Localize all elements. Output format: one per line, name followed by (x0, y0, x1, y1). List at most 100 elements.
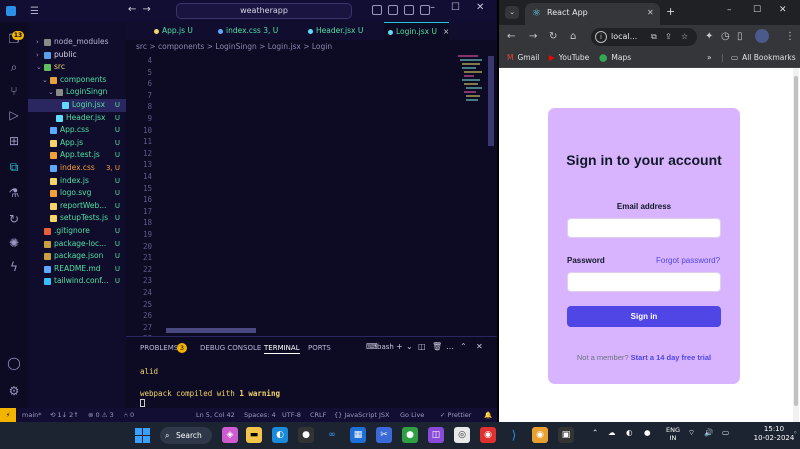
chevron-icon[interactable]: › (36, 36, 39, 49)
chevron-icon[interactable]: ⌄ (48, 86, 54, 99)
explorer-item[interactable]: reportWeb... U (28, 200, 126, 213)
customize-layout-icon[interactable] (420, 5, 430, 15)
extensions-icon[interactable]: ✦ (705, 31, 713, 42)
testing-icon[interactable]: ⚗ (7, 186, 21, 200)
explorer-item[interactable]: App.test.js U (28, 149, 126, 162)
address-bar[interactable]: i local... ⧉ ⇪ ☆ (591, 28, 697, 46)
side-panel-icon[interactable]: ▯ (737, 31, 743, 42)
forgot-password-link[interactable]: Forgot password? (656, 256, 720, 265)
scrollbar-thumb[interactable] (794, 76, 798, 406)
editor-vertical-scrollbar[interactable] (488, 56, 494, 146)
close-icon[interactable]: ✕ (779, 5, 787, 15)
chevron-down-icon[interactable]: ⌄ (406, 342, 413, 351)
split-terminal-icon[interactable]: ◫ (418, 342, 426, 351)
explorer-item[interactable]: package.json U (28, 250, 126, 263)
all-bookmarks-button[interactable]: ▭ All Bookmarks (731, 53, 796, 62)
battery-icon[interactable]: ▭ (722, 428, 729, 437)
browser-tab[interactable]: ⚛ React App ✕ (525, 3, 660, 25)
wifi-icon[interactable]: ⌔ (688, 428, 695, 438)
remote-explorer-icon[interactable]: ⧉ (7, 160, 21, 174)
explorer-item[interactable]: .gitignore U (28, 225, 126, 238)
editor-tab[interactable]: App.js U (150, 22, 193, 40)
explorer-item[interactable]: App.js U (28, 137, 126, 150)
open-in-new-icon[interactable]: ⧉ (651, 32, 657, 42)
nav-arrows[interactable]: ←→ (128, 4, 157, 15)
github-icon[interactable]: ● (298, 427, 314, 443)
avatar[interactable] (755, 29, 769, 43)
openai-icon[interactable]: ✺ (7, 236, 21, 250)
infinity-icon[interactable]: ∞ (324, 427, 340, 443)
end-of-line[interactable]: CRLF (310, 411, 326, 419)
bookmark-maps[interactable]: ⬤ Maps (599, 53, 631, 62)
cloud-icon[interactable]: ☁ (608, 428, 616, 437)
search-icon[interactable]: ⌕ (7, 60, 21, 74)
maximize-panel-icon[interactable]: ⌃ (460, 342, 467, 351)
explorer-item[interactable]: ⌄ components (28, 74, 126, 87)
maximize-icon[interactable]: ☐ (451, 2, 460, 13)
layout-controls[interactable] (372, 5, 430, 15)
notifications-icon[interactable]: 🔔 (484, 411, 492, 419)
snipping-icon[interactable]: ✂ (376, 427, 392, 443)
explorer-item[interactable]: › node_modules (28, 36, 126, 49)
chrome-taskbar-icon[interactable]: ◉ (532, 427, 548, 443)
back-icon[interactable]: ← (507, 31, 515, 42)
chevron-icon[interactable]: ⌄ (42, 74, 48, 87)
remote-indicator-icon[interactable]: ⚡ (0, 408, 16, 422)
explorer-item[interactable]: README.md U (28, 263, 126, 276)
breadcrumb[interactable]: src > components > LoginSingn > Login.js… (136, 42, 332, 51)
editor-tab[interactable]: Header.jsx U (304, 22, 363, 40)
settings-gear-icon[interactable]: ⚙ (7, 384, 21, 398)
free-trial-link[interactable]: Start a 14 day free trial (631, 353, 711, 362)
chevron-icon[interactable]: › (36, 49, 39, 62)
explorer-item[interactable]: ⌄ src (28, 61, 126, 74)
more-actions-icon[interactable]: … (446, 342, 454, 351)
tab-ports[interactable]: PORTS (308, 344, 331, 352)
chrome-alt-icon[interactable]: ◉ (480, 427, 496, 443)
editor-tab[interactable]: index.css 3, U (214, 22, 278, 40)
explorer-item[interactable]: index.js U (28, 175, 126, 188)
password-field[interactable] (567, 272, 721, 292)
ports-status[interactable]: ⑃ 0 (124, 411, 134, 419)
file-explorer-icon[interactable]: ▬ (246, 427, 262, 443)
app-icon[interactable]: ◎ (454, 427, 470, 443)
close-panel-icon[interactable]: ✕ (476, 342, 483, 351)
bookmark-youtube[interactable]: ▶ YouTube (549, 53, 589, 62)
problems-status[interactable]: ⊗ 0 ⚠ 3 (88, 411, 114, 419)
close-tab-icon[interactable]: × (443, 27, 449, 36)
indentation[interactable]: Spaces: 4 (244, 411, 276, 419)
explorer-item[interactable]: Header.jsx U (28, 112, 126, 125)
editor-tab[interactable]: Login.jsx U × (384, 22, 450, 40)
explorer-item[interactable]: › public (28, 49, 126, 62)
toggle-panel-icon[interactable] (388, 5, 398, 15)
tab-search-icon[interactable]: ⌄ (505, 6, 519, 19)
reload-icon[interactable]: ↻ (549, 31, 557, 42)
explorer-item[interactable]: tailwind.conf... U (28, 275, 126, 288)
go-live-button[interactable]: Go Live (400, 411, 424, 419)
url-text[interactable]: local... (611, 32, 637, 41)
vscode-taskbar-icon[interactable]: ⟩ (506, 427, 522, 443)
twitch-icon[interactable]: ◫ (428, 427, 444, 443)
tab-problems[interactable]: PROBLEMS (140, 344, 178, 352)
shell-name[interactable]: bash (377, 343, 394, 351)
hamburger-menu-icon[interactable]: ☰ (30, 6, 39, 17)
encoding[interactable]: UTF-8 (282, 411, 301, 419)
bookmark-star-icon[interactable]: ☆ (681, 32, 688, 41)
tray-app-icon[interactable]: ● (644, 428, 651, 437)
windows-start-icon[interactable] (135, 427, 151, 443)
sign-in-button[interactable]: Sign in (567, 306, 721, 327)
cursor-position[interactable]: Ln 5, Col 42 (196, 411, 235, 419)
run-debug-icon[interactable]: ▷ (7, 108, 21, 122)
explorer-item[interactable]: setupTests.js U (28, 212, 126, 225)
git-sync[interactable]: ⟲ 1↓ 2↑ (50, 411, 79, 419)
new-terminal-icon[interactable]: + (396, 342, 403, 351)
input-language[interactable]: ENG IN (666, 426, 680, 442)
toggle-secondary-sidebar-icon[interactable] (404, 5, 414, 15)
menu-kebab-icon[interactable]: ⋮ (785, 31, 795, 42)
explorer-item[interactable]: package-loc... U (28, 238, 126, 251)
email-field[interactable] (567, 218, 721, 238)
command-search-input[interactable]: weatherapp (176, 3, 352, 19)
trash-icon[interactable]: 🗑 (432, 342, 442, 351)
extensions-icon[interactable]: ⊞ (7, 134, 21, 148)
terminal-taskbar-icon[interactable]: ▣ (558, 427, 574, 443)
live-share-icon[interactable]: ↻ (7, 212, 21, 226)
